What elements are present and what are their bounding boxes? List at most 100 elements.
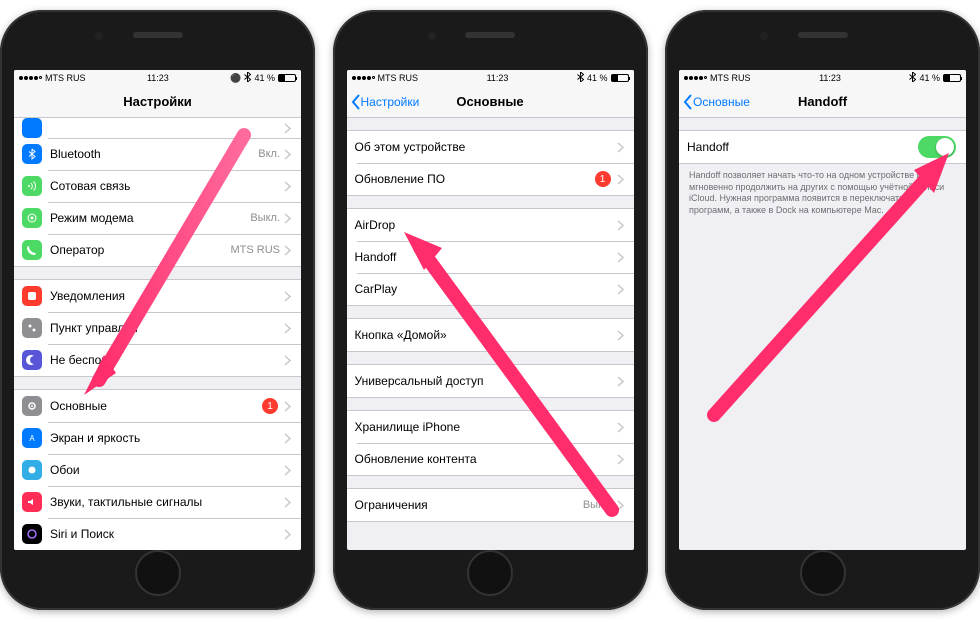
row-carrier[interactable]: Оператор MTS RUS — [14, 234, 301, 266]
row-value: Вкл. — [258, 148, 280, 160]
camera-dot — [95, 32, 103, 40]
handoff-toggle[interactable] — [918, 136, 956, 158]
screen-general: MTS RUS 11:23 41 % Настройки Основные Об… — [347, 70, 634, 550]
back-button[interactable]: Основные — [683, 86, 750, 117]
chevron-right-icon — [284, 149, 291, 160]
carrier-text: MTS RUS — [45, 73, 86, 83]
page-title: Основные — [456, 94, 523, 109]
battery-pct: 41 % — [587, 73, 608, 83]
row-about[interactable]: Об этом устройстве — [347, 131, 634, 163]
row-label: Siri и Поиск — [50, 527, 284, 541]
svg-text:A: A — [29, 434, 35, 443]
cellular-icon — [22, 176, 42, 196]
bluetooth-icon — [577, 72, 584, 84]
row-airdrop[interactable]: AirDrop — [347, 209, 634, 241]
hotspot-icon — [22, 208, 42, 228]
nav-bar: Основные Handoff — [679, 86, 966, 118]
row-restrictions[interactable]: Ограничения Выкл. — [347, 489, 634, 521]
row-label: Обои — [50, 463, 284, 477]
row-handoff[interactable]: Handoff — [347, 241, 634, 273]
bluetooth-icon — [244, 72, 251, 84]
siri-icon — [22, 524, 42, 544]
chevron-right-icon — [617, 284, 624, 295]
moon-icon — [22, 350, 42, 370]
clock: 11:23 — [819, 73, 841, 83]
back-label: Настройки — [361, 95, 420, 109]
row-label: Уведомления — [50, 289, 284, 303]
row-label: Bluetooth — [50, 147, 258, 161]
chevron-right-icon — [617, 142, 624, 153]
phone-icon — [22, 240, 42, 260]
gear-icon — [22, 396, 42, 416]
chevron-right-icon — [617, 500, 624, 511]
chevron-right-icon — [617, 330, 624, 341]
chevron-right-icon — [284, 123, 291, 134]
row-label: Основные — [50, 399, 262, 413]
chevron-right-icon — [284, 245, 291, 256]
clock: 11:23 — [147, 73, 169, 83]
chevron-right-icon — [284, 181, 291, 192]
phone-general: MTS RUS 11:23 41 % Настройки Основные Об… — [333, 10, 648, 610]
row-label: Не беспоко — [50, 353, 284, 367]
chevron-right-icon — [284, 497, 291, 508]
row-storage[interactable]: Хранилище iPhone — [347, 411, 634, 443]
battery-icon — [611, 74, 629, 82]
row-label: Handoff — [687, 140, 918, 154]
status-bar: MTS RUS 11:23 41 % — [679, 70, 966, 86]
sounds-icon — [22, 492, 42, 512]
page-title: Настройки — [123, 94, 192, 109]
row-value: Выкл. — [250, 212, 280, 224]
row-siri[interactable]: Siri и Поиск — [14, 518, 301, 550]
carrier-text: MTS RUS — [710, 73, 751, 83]
row-label: AirDrop — [355, 218, 617, 232]
row-display[interactable]: A Экран и яркость — [14, 422, 301, 454]
row-hotspot[interactable]: Режим модема Выкл. — [14, 202, 301, 234]
chevron-right-icon — [617, 454, 624, 465]
row-bluetooth[interactable]: Bluetooth Вкл. — [14, 138, 301, 170]
row-label: Универсальный доступ — [355, 374, 617, 388]
row-handoff-toggle[interactable]: Handoff — [679, 131, 966, 163]
row-notifications[interactable]: Уведомления — [14, 280, 301, 312]
row-label: Оператор — [50, 243, 231, 257]
general-list[interactable]: Об этом устройстве Обновление ПО 1 AirDr… — [347, 118, 634, 550]
signal-icon — [352, 76, 375, 80]
row-value: Выкл. — [583, 499, 613, 511]
row-home-button[interactable]: Кнопка «Домой» — [347, 319, 634, 351]
row-label: Кнопка «Домой» — [355, 328, 617, 342]
row-carplay[interactable]: CarPlay — [347, 273, 634, 305]
badge: 1 — [595, 171, 611, 187]
row-cellular[interactable]: Сотовая связь — [14, 170, 301, 202]
nav-bar: Настройки — [14, 86, 301, 118]
chevron-right-icon — [284, 465, 291, 476]
row-general[interactable]: Основные 1 — [14, 390, 301, 422]
chevron-right-icon — [617, 174, 624, 185]
settings-list[interactable]: Bluetooth Вкл. Сотовая связь Режим модем… — [14, 118, 301, 550]
row-software-update[interactable]: Обновление ПО 1 — [347, 163, 634, 195]
row-label: Об этом устройстве — [355, 140, 617, 154]
row-background-refresh[interactable]: Обновление контента — [347, 443, 634, 475]
back-label: Основные — [693, 95, 750, 109]
row-accessibility[interactable]: Универсальный доступ — [347, 365, 634, 397]
row-label: Сотовая связь — [50, 179, 284, 193]
row-wallpaper[interactable]: Обои — [14, 454, 301, 486]
back-button[interactable]: Настройки — [351, 86, 420, 117]
row-control-center[interactable]: Пункт управлен — [14, 312, 301, 344]
phone-settings: MTS RUS 11:23 ⚫ 41 % Настройки — [0, 10, 315, 610]
row-dnd[interactable]: Не беспоко — [14, 344, 301, 376]
chevron-right-icon — [617, 422, 624, 433]
chevron-right-icon — [284, 291, 291, 302]
battery-icon — [278, 74, 296, 82]
row-label: Обновление ПО — [355, 172, 595, 186]
wallpaper-icon — [22, 460, 42, 480]
handoff-description: Handoff позволяет начать что-то на одном… — [679, 164, 966, 223]
nav-bar: Настройки Основные — [347, 86, 634, 118]
row-wifi[interactable] — [14, 118, 301, 138]
row-sounds[interactable]: Звуки, тактильные сигналы — [14, 486, 301, 518]
battery-pct: 41 % — [254, 73, 275, 83]
page-title: Handoff — [798, 94, 847, 109]
phone-handoff: MTS RUS 11:23 41 % Основные Handoff Hand… — [665, 10, 980, 610]
carrier-text: MTS RUS — [378, 73, 419, 83]
brightness-icon: A — [22, 428, 42, 448]
bt-icon: ⚫ — [230, 73, 241, 84]
screen-handoff: MTS RUS 11:23 41 % Основные Handoff Hand… — [679, 70, 966, 550]
